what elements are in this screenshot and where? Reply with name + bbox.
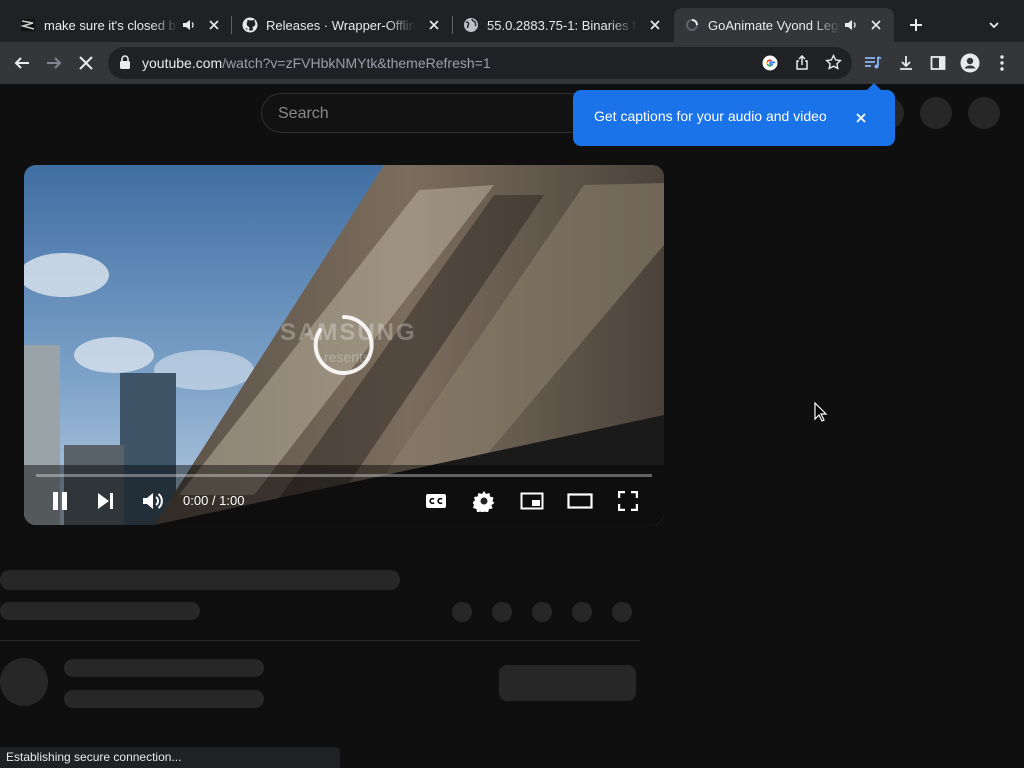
captions-cc-icon[interactable]	[418, 487, 454, 515]
time-display: 0:00 / 1:00	[183, 493, 245, 508]
skeleton-action-dot	[572, 602, 592, 622]
pause-icon[interactable]	[42, 487, 78, 515]
tab-4-active[interactable]: GoAnimate Vyond Legacy	[674, 8, 894, 42]
profile-avatar-icon[interactable]	[958, 51, 982, 75]
bookmark-star-icon[interactable]	[825, 53, 842, 76]
url-path: /watch?v=zFVHbkNMYtk&themeRefresh=1	[222, 55, 491, 71]
tab-title: GoAnimate Vyond Legacy	[708, 17, 840, 33]
speaker-icon[interactable]	[844, 18, 858, 32]
tab-close-icon[interactable]	[868, 17, 884, 33]
divider	[0, 640, 640, 641]
globe-icon	[463, 17, 479, 33]
tab-title: make sure it's closed by	[44, 17, 178, 33]
back-arrow-icon[interactable]	[10, 51, 34, 75]
status-bar: Establishing secure connection...	[0, 747, 340, 768]
loading-icon	[684, 17, 700, 33]
volume-icon[interactable]	[135, 487, 171, 515]
skeleton-action-dot	[492, 602, 512, 622]
tab-close-icon[interactable]	[426, 17, 442, 33]
tab-3[interactable]: 55.0.2883.75-1: Binaries for	[453, 8, 673, 42]
skeleton-action-dot	[452, 602, 472, 622]
bubble-text: Get captions for your audio and video	[594, 108, 827, 124]
fullscreen-icon[interactable]	[610, 487, 646, 515]
tab-2[interactable]: Releases · Wrapper-Offline	[232, 8, 452, 42]
tab-title: 55.0.2883.75-1: Binaries for	[487, 17, 637, 33]
tab-strip: make sure it's closed by Releases · Wrap…	[0, 0, 1024, 42]
tab-title: Releases · Wrapper-Offline	[266, 17, 416, 33]
skeleton-subscribe-button	[499, 665, 636, 701]
stop-loading-x-icon[interactable]	[74, 51, 98, 75]
more-menu-kebab-icon[interactable]	[990, 51, 1014, 75]
speaker-icon[interactable]	[182, 18, 196, 32]
next-track-icon[interactable]	[88, 487, 124, 515]
bubble-close-icon[interactable]	[852, 109, 870, 127]
search-placeholder: Search	[278, 105, 329, 122]
search-input[interactable]: Search	[261, 93, 601, 133]
skeleton-subtitle	[0, 602, 200, 620]
address-bar[interactable]: youtube.com/watch?v=zFVHbkNMYtk&themeRef…	[108, 47, 852, 79]
loading-spinner-icon	[313, 315, 374, 375]
miniplayer-icon[interactable]	[514, 487, 550, 515]
custom-dark-favicon-icon	[20, 17, 36, 33]
tab-search-chevron-down-icon[interactable]	[982, 13, 1006, 37]
media-controls-icon[interactable]	[861, 51, 885, 75]
tab-close-icon[interactable]	[647, 17, 663, 33]
skeleton-action-dot	[612, 602, 632, 622]
url-text[interactable]: youtube.com/watch?v=zFVHbkNMYtk&themeRef…	[142, 55, 491, 71]
mouse-cursor-icon	[814, 402, 828, 422]
tab-close-icon[interactable]	[206, 17, 222, 33]
side-panel-icon[interactable]	[926, 51, 950, 75]
skeleton-channel-avatar	[0, 658, 48, 706]
skeleton-title	[0, 570, 400, 590]
youtube-page: Search SAMSUNG resents 0:00 / 1:00 Estab…	[0, 84, 1024, 768]
skeleton-action-dot	[532, 602, 552, 622]
google-icon[interactable]	[762, 55, 778, 76]
tab-1[interactable]: make sure it's closed by	[10, 8, 232, 42]
skeleton-channel-meta	[64, 690, 264, 708]
captions-promo-bubble: Get captions for your audio and video	[573, 90, 895, 146]
skeleton-channel-name	[64, 659, 264, 677]
video-player[interactable]: SAMSUNG resents 0:00 / 1:00	[24, 165, 664, 525]
url-host: youtube.com	[142, 55, 223, 71]
lock-icon[interactable]	[119, 55, 131, 75]
download-icon[interactable]	[894, 51, 918, 75]
forward-arrow-icon[interactable]	[42, 51, 66, 75]
new-tab-plus-icon[interactable]	[904, 13, 928, 37]
progress-bar[interactable]	[36, 474, 652, 477]
theater-mode-icon[interactable]	[562, 487, 598, 515]
browser-toolbar: youtube.com/watch?v=zFVHbkNMYtk&themeRef…	[0, 42, 1024, 84]
placeholder-avatar[interactable]	[968, 97, 1000, 129]
settings-gear-icon[interactable]	[466, 487, 502, 515]
github-icon	[242, 17, 258, 33]
share-icon[interactable]	[794, 54, 810, 76]
placeholder-circle-button[interactable]	[920, 97, 952, 129]
